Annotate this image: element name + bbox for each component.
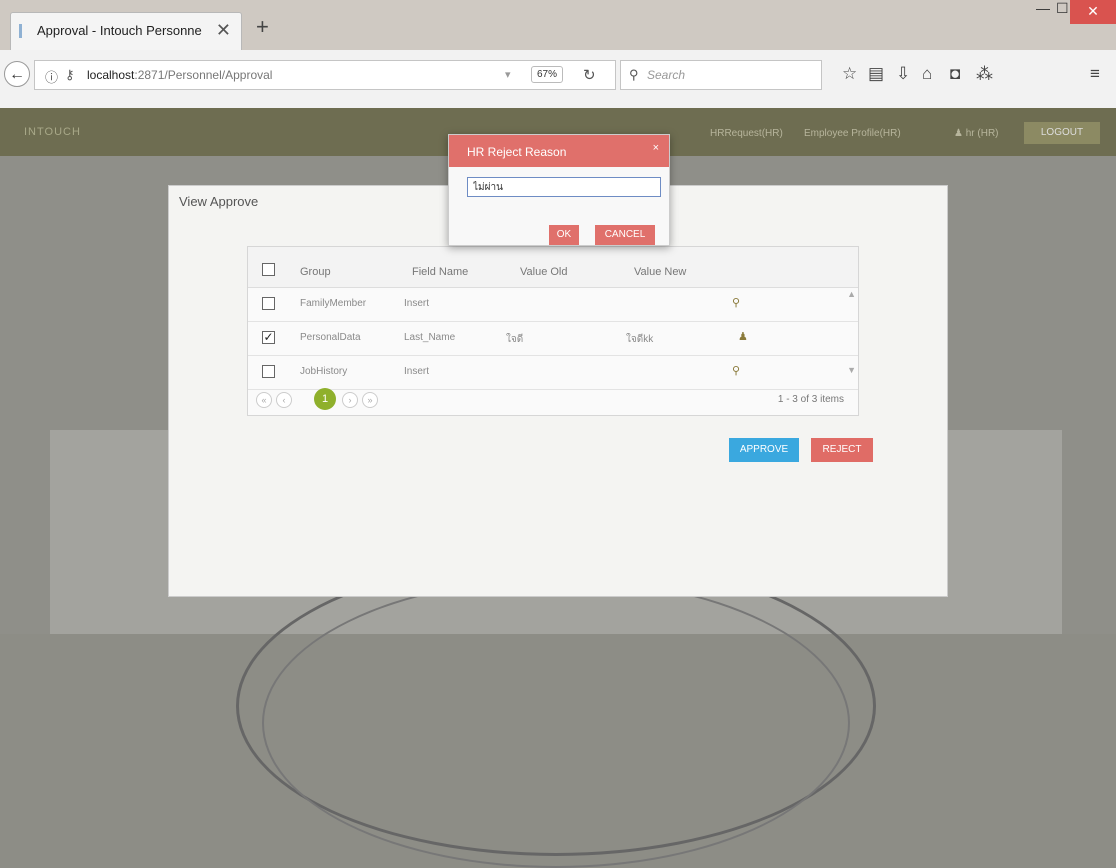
- reading-list-icon[interactable]: ▤: [868, 64, 884, 84]
- nav-user[interactable]: ♟ hr (HR): [954, 128, 999, 139]
- cell-field: Insert: [404, 366, 430, 377]
- cell-group: JobHistory: [300, 366, 348, 377]
- nav-employee-profile[interactable]: Employee Profile(HR): [804, 128, 901, 139]
- first-page-button[interactable]: «: [256, 392, 272, 408]
- reload-icon[interactable]: ↻: [583, 66, 596, 84]
- download-icon[interactable]: ⇩: [896, 64, 910, 84]
- column-header-value-new[interactable]: Value New: [634, 266, 686, 278]
- reject-button[interactable]: REJECT: [811, 438, 873, 462]
- bookmark-star-icon[interactable]: ☆: [842, 64, 857, 84]
- column-header-group[interactable]: Group: [300, 266, 331, 278]
- pocket-icon[interactable]: ◘: [950, 64, 960, 84]
- back-arrow-icon[interactable]: ←: [4, 61, 30, 87]
- search-icon: ⚲: [629, 67, 639, 82]
- approve-button[interactable]: APPROVE: [729, 438, 799, 462]
- prev-page-button[interactable]: ‹: [276, 392, 292, 408]
- search-placeholder: Search: [647, 68, 686, 82]
- modal-title: View Approve: [179, 194, 259, 209]
- table-row[interactable]: ✓ PersonalData Last_Name ใจดี ใจดีkk ♟: [248, 321, 858, 356]
- next-page-button[interactable]: ›: [342, 392, 358, 408]
- window-close-icon[interactable]: ✕: [1070, 0, 1116, 24]
- new-tab-button[interactable]: +: [256, 14, 269, 40]
- key-icon: ⚷: [65, 67, 75, 82]
- table-row[interactable]: FamilyMember Insert ⚲: [248, 287, 858, 322]
- cell-group: FamilyMember: [300, 298, 367, 309]
- home-icon[interactable]: ⌂: [922, 64, 932, 84]
- row-checkbox[interactable]: [262, 297, 275, 310]
- dialog-title: HR Reject Reason: [467, 145, 567, 159]
- url-text[interactable]: localhost:2871/Personnel/Approval: [87, 68, 272, 82]
- cell-field: Last_Name: [404, 332, 456, 343]
- cell-value-old: ใจดี: [506, 334, 524, 345]
- cell-group: PersonalData: [300, 332, 361, 343]
- pager: « ‹ 1 › » 1 - 3 of 3 items: [248, 385, 858, 415]
- reject-reason-dialog: HR Reject Reason × OK CANCEL: [448, 134, 670, 246]
- cancel-button[interactable]: CANCEL: [595, 225, 655, 245]
- url-path: :2871/Personnel/Approval: [134, 68, 273, 82]
- scroll-up-arrow-icon[interactable]: ▲: [847, 289, 856, 299]
- minimize-icon[interactable]: —: [1036, 0, 1050, 16]
- menu-icon[interactable]: ≡: [1090, 64, 1100, 84]
- grid-header: Group Field Name Value Old Value New: [248, 247, 858, 288]
- browser-tab[interactable]: Approval - Intouch Personne ✕: [10, 12, 242, 50]
- tab-strip: Approval - Intouch Personne ✕ + — ☐ ✕: [0, 0, 1116, 50]
- last-page-button[interactable]: »: [362, 392, 378, 408]
- address-bar[interactable]: ⓘ ⚷ localhost:2871/Personnel/Approval ▾ …: [34, 60, 616, 90]
- user-icon[interactable]: ♟: [738, 330, 748, 343]
- search-box[interactable]: ⚲ Search: [620, 60, 822, 90]
- dialog-close-icon[interactable]: ×: [653, 142, 659, 154]
- cell-value-new: ใจดีkk: [626, 334, 654, 345]
- nav-hr-request[interactable]: HRRequest(HR): [710, 128, 783, 139]
- info-icon[interactable]: ⓘ: [45, 67, 58, 86]
- row-checkbox-checked[interactable]: ✓: [262, 331, 275, 344]
- pager-info: 1 - 3 of 3 items: [777, 394, 844, 405]
- zoom-indicator[interactable]: 67%: [531, 66, 564, 83]
- tab-title: Approval - Intouch Personne: [37, 23, 202, 38]
- column-header-value-old[interactable]: Value Old: [520, 266, 568, 278]
- current-page[interactable]: 1: [314, 388, 336, 410]
- select-all-checkbox[interactable]: [262, 263, 275, 276]
- search-icon[interactable]: ⚲: [732, 296, 740, 309]
- scroll-down-arrow-icon[interactable]: ▼: [847, 365, 856, 375]
- extension-icon[interactable]: ⁂: [976, 64, 993, 84]
- row-checkbox[interactable]: [262, 365, 275, 378]
- dialog-header: HR Reject Reason ×: [449, 135, 669, 167]
- tab-close-icon[interactable]: ✕: [216, 20, 231, 41]
- logout-button[interactable]: LOGOUT: [1024, 122, 1100, 144]
- approval-grid: Group Field Name Value Old Value New Fam…: [247, 246, 859, 416]
- web-page: INTOUCH HRRequest(HR) Employee Profile(H…: [0, 108, 1116, 868]
- cell-field: Insert: [404, 298, 430, 309]
- column-header-field-name[interactable]: Field Name: [412, 266, 468, 278]
- watermark-arch-inner: [262, 578, 850, 868]
- maximize-icon[interactable]: ☐: [1056, 0, 1069, 17]
- page-icon: [19, 24, 34, 38]
- navigation-bar: ← ⓘ ⚷ localhost:2871/Personnel/Approval …: [0, 58, 1116, 94]
- browser-chrome: Approval - Intouch Personne ✕ + — ☐ ✕ ← …: [0, 0, 1116, 108]
- view-approve-modal: View Approve Group Field Name Value Old …: [168, 185, 948, 597]
- app-logo[interactable]: INTOUCH: [24, 126, 81, 138]
- search-icon[interactable]: ⚲: [732, 364, 740, 377]
- dropdown-arrow-icon[interactable]: ▾: [505, 68, 511, 81]
- ok-button[interactable]: OK: [549, 225, 579, 245]
- url-host: localhost: [87, 68, 135, 82]
- reject-reason-input[interactable]: [467, 177, 661, 197]
